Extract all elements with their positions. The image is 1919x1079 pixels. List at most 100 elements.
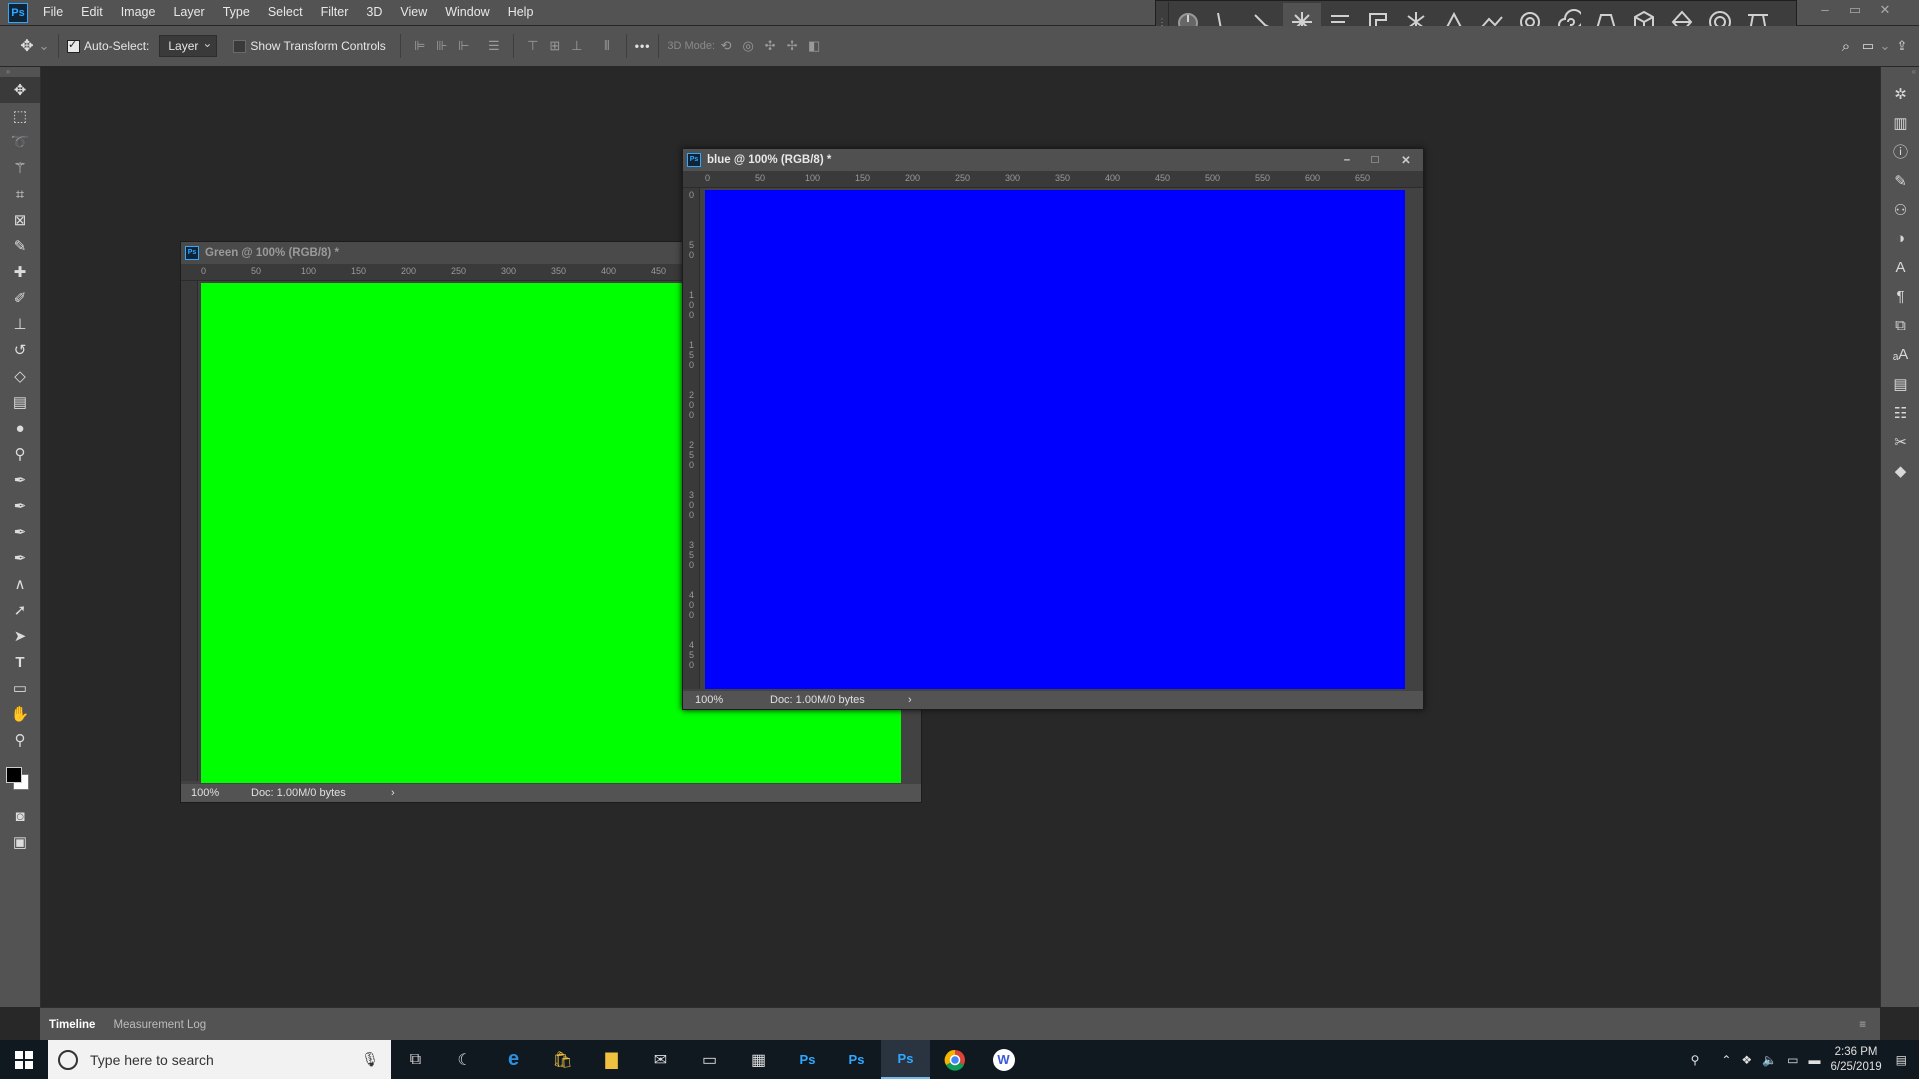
zoom-level[interactable]: 100% (695, 694, 770, 706)
auto-select-checkbox[interactable] (67, 38, 80, 53)
search-icon[interactable]: ⌕ (1835, 37, 1857, 55)
menu-file[interactable]: File (34, 0, 72, 25)
convert-point-icon[interactable]: ∧ (0, 571, 40, 597)
show-hidden-icon[interactable]: ⌃ (1721, 1053, 1731, 1067)
align-left-icon[interactable]: ⊫ (409, 37, 431, 55)
magic-wand-icon[interactable]: ⚚ (0, 155, 40, 181)
3d-scale-icon[interactable]: ◧ (803, 37, 825, 55)
layers-icon[interactable]: ▤ (1881, 369, 1919, 398)
app-w-icon[interactable]: W (979, 1040, 1028, 1079)
close-icon[interactable]: ✕ (1389, 153, 1423, 167)
calculator-icon[interactable]: ▦ (734, 1040, 783, 1079)
char-styles-icon[interactable]: ⧉ (1881, 311, 1919, 340)
tab-measurement-log[interactable]: Measurement Log (104, 1019, 215, 1031)
history-brush-icon[interactable]: ↺ (0, 337, 40, 363)
cortana-app-icon[interactable]: ☾ (440, 1040, 489, 1079)
move-tool-icon[interactable]: ✥ (16, 37, 38, 55)
chevron-right-icon[interactable]: › (908, 694, 912, 706)
menu-select[interactable]: Select (259, 0, 312, 25)
navigator-icon[interactable]: ✲ (1881, 79, 1919, 108)
mail-icon[interactable]: ✉ (636, 1040, 685, 1079)
store-icon[interactable]: 🛍 (538, 1040, 587, 1079)
close-icon[interactable]: ✕ (1870, 0, 1900, 22)
dropbox-icon[interactable]: ❖ (1741, 1053, 1752, 1067)
quick-mask-icon[interactable]: ◙ (0, 803, 40, 829)
menu-view[interactable]: View (391, 0, 436, 25)
network-icon[interactable]: ▭ (1787, 1053, 1798, 1067)
restore-icon[interactable]: ▭ (1840, 0, 1870, 22)
menu-filter[interactable]: Filter (312, 0, 358, 25)
add-anchor-icon[interactable]: ✒ (0, 545, 40, 571)
minimize-icon[interactable]: – (1333, 154, 1361, 166)
horizontal-ruler[interactable]: 0 50 100 150 200 250 300 350 400 450 500 550 600 650 (683, 171, 1423, 188)
taskbar-search[interactable]: Type here to search 🎙 (48, 1040, 391, 1079)
color-swatches[interactable] (0, 753, 40, 803)
menu-help[interactable]: Help (499, 0, 543, 25)
chevron-right-icon[interactable]: › (391, 787, 395, 799)
document-title-bar[interactable]: Ps blue @ 100% (RGB/8) * – □ ✕ (683, 149, 1423, 171)
layer-select[interactable]: Layer (159, 35, 218, 57)
photoshop-taskbar-icon-2[interactable]: Ps (832, 1040, 881, 1079)
character-icon[interactable]: A (1881, 253, 1919, 282)
direct-selection-icon[interactable]: ➤ (0, 623, 40, 649)
healing-brush-icon[interactable]: ✚ (0, 259, 40, 285)
align-right-icon[interactable]: ⊩ (453, 37, 475, 55)
windows-start-icon[interactable] (0, 1040, 48, 1079)
blur-tool-icon[interactable]: ● (0, 415, 40, 441)
share-icon[interactable]: ⇪ (1891, 37, 1913, 55)
eyedropper-icon[interactable]: ✎ (0, 233, 40, 259)
3d-roll-icon[interactable]: ◎ (737, 37, 759, 55)
photoshop-taskbar-icon-active[interactable]: Ps (881, 1040, 930, 1079)
file-explorer-icon[interactable]: ▇ (587, 1040, 636, 1079)
collapse-icon[interactable]: « (1881, 67, 1919, 79)
paragraph-icon[interactable]: ¶ (1881, 282, 1919, 311)
type-tool-icon[interactable]: T (0, 649, 40, 675)
battery-icon[interactable]: ▬ (1808, 1053, 1820, 1067)
chrome-icon[interactable] (930, 1040, 979, 1079)
edge-icon[interactable]: e (489, 1040, 538, 1079)
clone-stamp-icon[interactable]: ⊥ (0, 311, 40, 337)
menu-type[interactable]: Type (214, 0, 259, 25)
gradient-icon[interactable]: ▤ (0, 389, 40, 415)
frame-tool-icon[interactable]: ⊠ (0, 207, 40, 233)
menu-layer[interactable]: Layer (164, 0, 213, 25)
menu-3d[interactable]: 3D (357, 0, 391, 25)
distribute-v-icon[interactable]: ☰ (483, 37, 505, 55)
terminal-icon[interactable]: ▭ (685, 1040, 734, 1079)
vertical-ruler[interactable]: 0 5 0 1 0 0 1 5 0 2 0 0 2 5 0 3 0 0 3 5 0 4 0 0 4… (683, 188, 700, 689)
crop-tool-icon[interactable]: ⌗ (0, 181, 40, 207)
hand-tool-icon[interactable]: ✋ (0, 701, 40, 727)
maximize-icon[interactable]: □ (1361, 154, 1389, 166)
3d-pan-icon[interactable]: ✣ (759, 37, 781, 55)
align-top-icon[interactable]: ⊤ (522, 37, 544, 55)
workspace-icon[interactable]: ▭ (1857, 37, 1879, 55)
menu-image[interactable]: Image (112, 0, 165, 25)
align-center-h-icon[interactable]: ⊪ (431, 37, 453, 55)
marquee-tool-icon[interactable]: ⬚ (0, 103, 40, 129)
adjustments-icon[interactable]: ◑ (1881, 224, 1919, 253)
microphone-icon[interactable]: 🎙 (361, 1051, 379, 1068)
dodge-tool-icon[interactable]: ⚲ (0, 441, 40, 467)
move-tool-icon[interactable]: ✥ (0, 77, 40, 103)
photoshop-taskbar-icon[interactable]: Ps (783, 1040, 832, 1079)
distribute-h-icon[interactable]: ⫴ (596, 37, 618, 55)
more-options-icon[interactable]: ••• (635, 39, 651, 53)
notifications-icon[interactable]: ▤ (1896, 1053, 1907, 1067)
histogram-icon[interactable]: ▥ (1881, 108, 1919, 137)
tools-icon[interactable]: ✂ (1881, 427, 1919, 456)
show-transform-checkbox[interactable] (233, 39, 247, 53)
brush-settings-icon[interactable]: ✎ (1881, 166, 1919, 195)
vertical-ruler[interactable] (181, 281, 198, 781)
menu-edit[interactable]: Edit (72, 0, 112, 25)
collapse-icon[interactable]: » (0, 67, 40, 77)
3d-icon[interactable]: ◆ (1881, 456, 1919, 485)
menu-window[interactable]: Window (436, 0, 498, 25)
properties-icon[interactable]: ☷ (1881, 398, 1919, 427)
volume-icon[interactable]: 🔈 (1762, 1053, 1777, 1067)
glyphs-icon[interactable]: ₐA (1881, 340, 1919, 369)
freeform-pen-icon[interactable]: ✒ (0, 493, 40, 519)
eraser-icon[interactable]: ◇ (0, 363, 40, 389)
3d-orbit-icon[interactable]: ⟲ (715, 37, 737, 55)
clock[interactable]: 2:36 PM 6/25/2019 (1830, 1045, 1881, 1075)
canvas-blue[interactable] (705, 190, 1405, 689)
